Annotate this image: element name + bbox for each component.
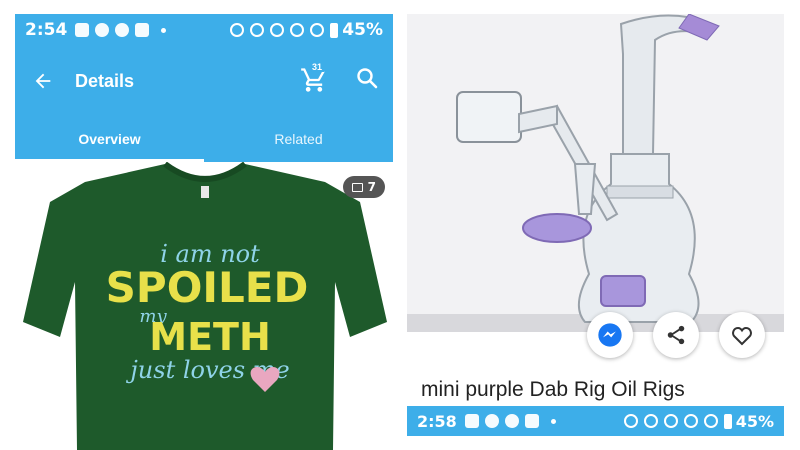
- right-screenshot: mini purple Dab Rig Oil Rigs 2:58 45%: [407, 14, 784, 450]
- more-notifications-icon: [550, 418, 556, 424]
- message-icon: [75, 23, 90, 37]
- wifi-icon: [290, 23, 305, 37]
- search-icon[interactable]: [355, 66, 385, 96]
- tab-bar: Overview Related: [15, 116, 393, 162]
- data-saver-icon: [250, 23, 265, 37]
- cart-count-badge: 31: [310, 62, 325, 72]
- image-gallery-icon: [351, 182, 363, 192]
- star-icon: [524, 414, 539, 428]
- facebook-icon: [115, 23, 130, 37]
- heart-icon: [732, 326, 752, 346]
- share-icon: [667, 325, 685, 345]
- battery-icon: [723, 413, 732, 429]
- shirt-text-line-2: SPOILED: [106, 263, 309, 312]
- cart-button[interactable]: 31: [300, 62, 330, 96]
- signal-icon: [310, 23, 325, 37]
- messenger-status-icon: [484, 414, 499, 428]
- alarm-icon: [623, 414, 638, 428]
- facebook-icon: [504, 414, 519, 428]
- signal-icon: [703, 414, 718, 428]
- page-title: Details: [75, 70, 135, 91]
- shirt-text-line-4: METH: [149, 315, 271, 359]
- photo-count-badge[interactable]: 7: [342, 176, 385, 198]
- left-screenshot: 2:54 45% Details 31 Overview Related i a…: [15, 14, 393, 450]
- data-saver-icon: [643, 414, 658, 428]
- dab-rig-image: [407, 14, 784, 332]
- app-bar: Details 31: [15, 46, 393, 116]
- status-time: 2:58: [417, 411, 457, 431]
- star-icon: [135, 23, 150, 37]
- product-image[interactable]: [407, 14, 784, 332]
- battery-percent: 45%: [342, 20, 383, 40]
- vibrate-icon: [663, 414, 678, 428]
- photo-count: 7: [367, 180, 376, 194]
- messenger-status-icon: [95, 23, 110, 37]
- status-time: 2:54: [25, 20, 68, 40]
- status-bar: 2:54 45%: [15, 14, 393, 46]
- back-arrow-icon[interactable]: [23, 61, 63, 101]
- tab-overview[interactable]: Overview: [15, 116, 204, 162]
- wifi-icon: [683, 414, 698, 428]
- status-bar: 2:58 45%: [407, 406, 784, 436]
- messenger-icon: [598, 323, 622, 347]
- battery-icon: [330, 22, 339, 38]
- message-icon: [464, 414, 479, 428]
- vibrate-icon: [270, 23, 285, 37]
- messenger-share-button[interactable]: [587, 312, 633, 358]
- product-title: mini purple Dab Rig Oil Rigs: [421, 378, 685, 401]
- alarm-icon: [230, 23, 245, 37]
- tab-related[interactable]: Related: [204, 116, 393, 162]
- battery-percent: 45%: [735, 411, 774, 431]
- product-image[interactable]: i am not SPOILED my METH just loves me 7: [15, 161, 393, 450]
- share-button[interactable]: [653, 312, 699, 358]
- favorite-button[interactable]: [719, 312, 765, 358]
- tshirt-image: i am not SPOILED my METH just loves me: [23, 161, 387, 450]
- more-notifications-icon: [161, 27, 167, 33]
